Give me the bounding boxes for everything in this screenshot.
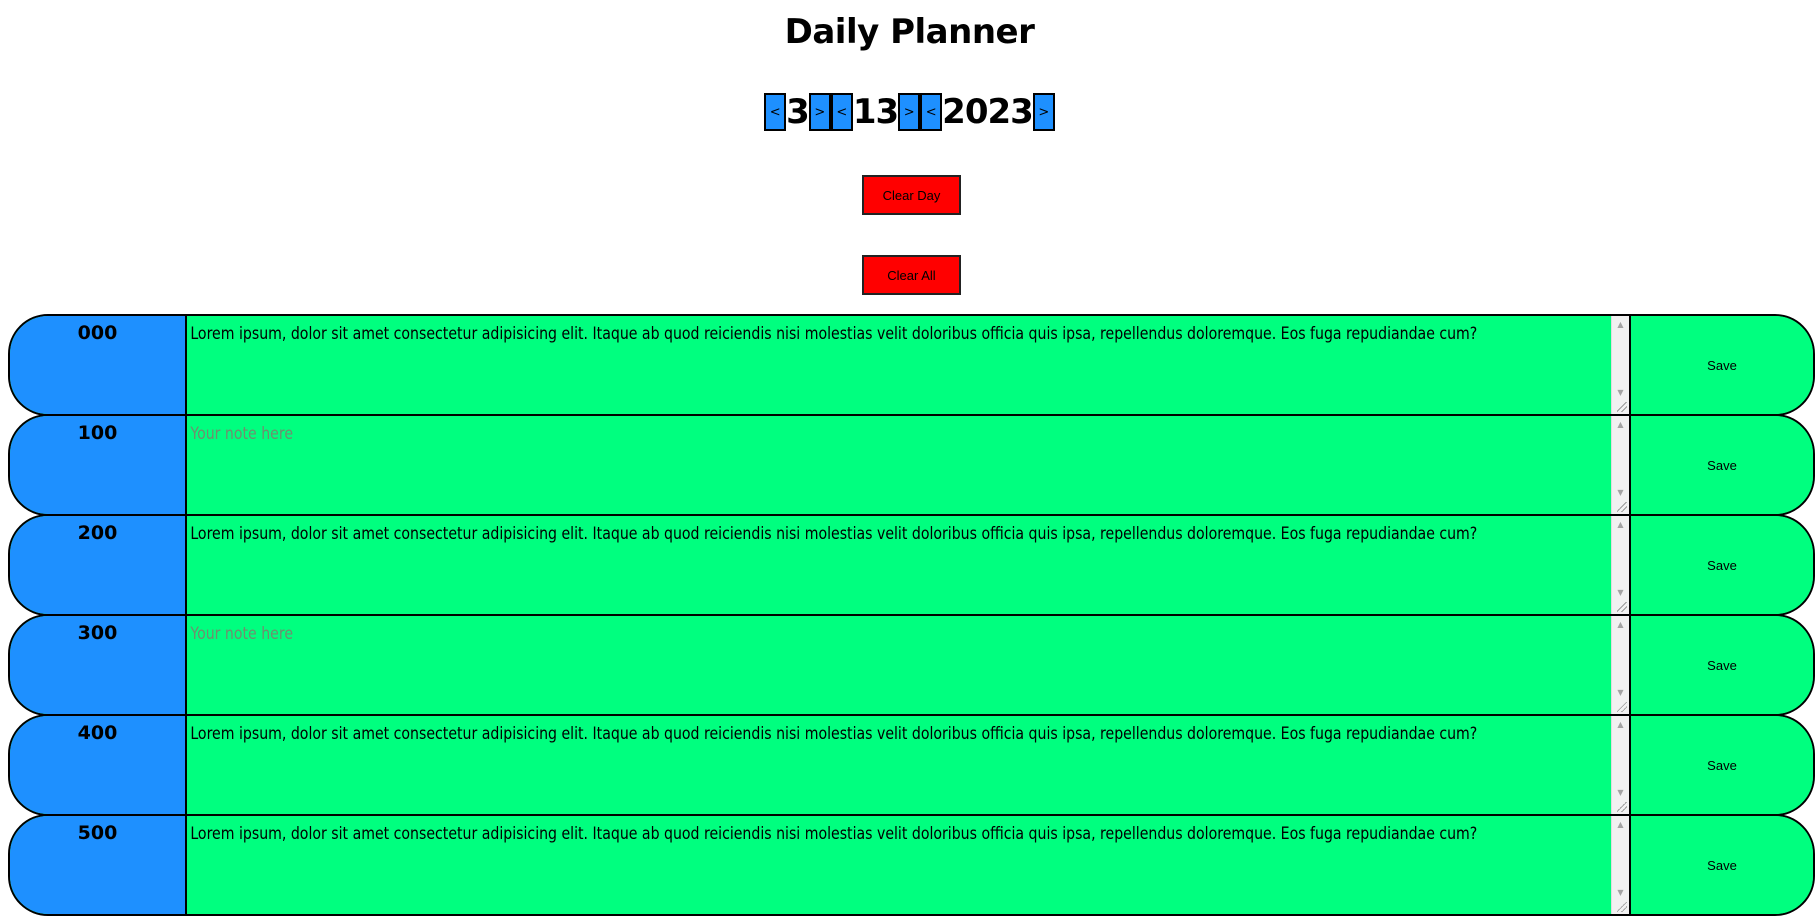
note-area: ▲ ▼: [187, 416, 1631, 514]
resize-grip-icon[interactable]: [1617, 602, 1627, 612]
hour-row-box: 100 ▲ ▼ Save: [8, 414, 1815, 516]
month-value: 3: [786, 92, 810, 132]
hour-label: 200: [10, 516, 187, 614]
hour-row: 300 ▲ ▼ Save: [8, 614, 1815, 716]
scroll-up-icon[interactable]: ▲: [1612, 818, 1629, 832]
note-textarea[interactable]: Lorem ipsum, dolor sit amet consectetur …: [187, 316, 1612, 414]
resize-grip-icon[interactable]: [1617, 702, 1627, 712]
hour-row: 200 Lorem ipsum, dolor sit amet consecte…: [8, 514, 1815, 616]
clear-day-button[interactable]: Clear Day: [862, 175, 961, 215]
note-area: ▲ ▼: [187, 616, 1631, 714]
scroll-down-icon[interactable]: ▼: [1612, 586, 1629, 600]
hour-row-box: 000 Lorem ipsum, dolor sit amet consecte…: [8, 314, 1815, 416]
hour-rows: 000 Lorem ipsum, dolor sit amet consecte…: [8, 314, 1815, 916]
note-area: Lorem ipsum, dolor sit amet consectetur …: [187, 316, 1631, 414]
hour-label: 400: [10, 716, 187, 814]
hour-label: 300: [10, 616, 187, 714]
page-title: Daily Planner: [784, 12, 1035, 52]
hour-row: 100 ▲ ▼ Save: [8, 414, 1815, 516]
note-area: Lorem ipsum, dolor sit amet consectetur …: [187, 716, 1631, 814]
hour-row-box: 300 ▲ ▼ Save: [8, 614, 1815, 716]
note-scrollbar[interactable]: ▲ ▼: [1611, 716, 1629, 814]
hour-row-box: 400 Lorem ipsum, dolor sit amet consecte…: [8, 714, 1815, 816]
resize-grip-icon[interactable]: [1617, 502, 1627, 512]
year-next-button[interactable]: >: [1032, 93, 1055, 131]
note-textarea[interactable]: Lorem ipsum, dolor sit amet consectetur …: [187, 816, 1612, 914]
save-button[interactable]: Save: [1631, 516, 1813, 614]
scroll-down-icon[interactable]: ▼: [1612, 386, 1629, 400]
hour-label: 100: [10, 416, 187, 514]
save-button[interactable]: Save: [1631, 716, 1813, 814]
resize-grip-icon[interactable]: [1617, 902, 1627, 912]
note-scrollbar[interactable]: ▲ ▼: [1611, 516, 1629, 614]
hour-row: 400 Lorem ipsum, dolor sit amet consecte…: [8, 714, 1815, 816]
year-value: 2023: [942, 92, 1034, 132]
scroll-down-icon[interactable]: ▼: [1612, 686, 1629, 700]
year-prev-button[interactable]: <: [920, 93, 943, 131]
scroll-up-icon[interactable]: ▲: [1612, 718, 1629, 732]
hour-row: 500 Lorem ipsum, dolor sit amet consecte…: [8, 814, 1815, 916]
note-scrollbar[interactable]: ▲ ▼: [1611, 816, 1629, 914]
scroll-down-icon[interactable]: ▼: [1612, 886, 1629, 900]
hour-label: 500: [10, 816, 187, 914]
resize-grip-icon[interactable]: [1617, 402, 1627, 412]
day-prev-button[interactable]: <: [830, 93, 853, 131]
month-next-button[interactable]: >: [808, 93, 831, 131]
resize-grip-icon[interactable]: [1617, 802, 1627, 812]
note-textarea[interactable]: [187, 616, 1612, 714]
scroll-down-icon[interactable]: ▼: [1612, 786, 1629, 800]
save-button[interactable]: Save: [1631, 616, 1813, 714]
day-value: 13: [852, 92, 899, 132]
note-textarea[interactable]: [187, 416, 1612, 514]
scroll-up-icon[interactable]: ▲: [1612, 318, 1629, 332]
date-selector: < 3 > < 13 > < 2023 >: [0, 92, 1819, 132]
clear-all-button[interactable]: Clear All: [862, 255, 961, 295]
note-textarea[interactable]: Lorem ipsum, dolor sit amet consectetur …: [187, 516, 1612, 614]
planner-page: Daily Planner < 3 > < 13 > < 2023 > Clea…: [0, 0, 1819, 919]
note-scrollbar[interactable]: ▲ ▼: [1611, 616, 1629, 714]
scroll-up-icon[interactable]: ▲: [1612, 618, 1629, 632]
scroll-down-icon[interactable]: ▼: [1612, 486, 1629, 500]
note-area: Lorem ipsum, dolor sit amet consectetur …: [187, 516, 1631, 614]
hour-label: 000: [10, 316, 187, 414]
note-scrollbar[interactable]: ▲ ▼: [1611, 316, 1629, 414]
save-button[interactable]: Save: [1631, 316, 1813, 414]
day-next-button[interactable]: >: [898, 93, 921, 131]
scroll-up-icon[interactable]: ▲: [1612, 418, 1629, 432]
note-scrollbar[interactable]: ▲ ▼: [1611, 416, 1629, 514]
hour-row: 000 Lorem ipsum, dolor sit amet consecte…: [8, 314, 1815, 416]
month-prev-button[interactable]: <: [764, 93, 787, 131]
note-textarea[interactable]: Lorem ipsum, dolor sit amet consectetur …: [187, 716, 1612, 814]
save-button[interactable]: Save: [1631, 416, 1813, 514]
hour-row-box: 500 Lorem ipsum, dolor sit amet consecte…: [8, 814, 1815, 916]
scroll-up-icon[interactable]: ▲: [1612, 518, 1629, 532]
note-area: Lorem ipsum, dolor sit amet consectetur …: [187, 816, 1631, 914]
save-button[interactable]: Save: [1631, 816, 1813, 914]
hour-row-box: 200 Lorem ipsum, dolor sit amet consecte…: [8, 514, 1815, 616]
